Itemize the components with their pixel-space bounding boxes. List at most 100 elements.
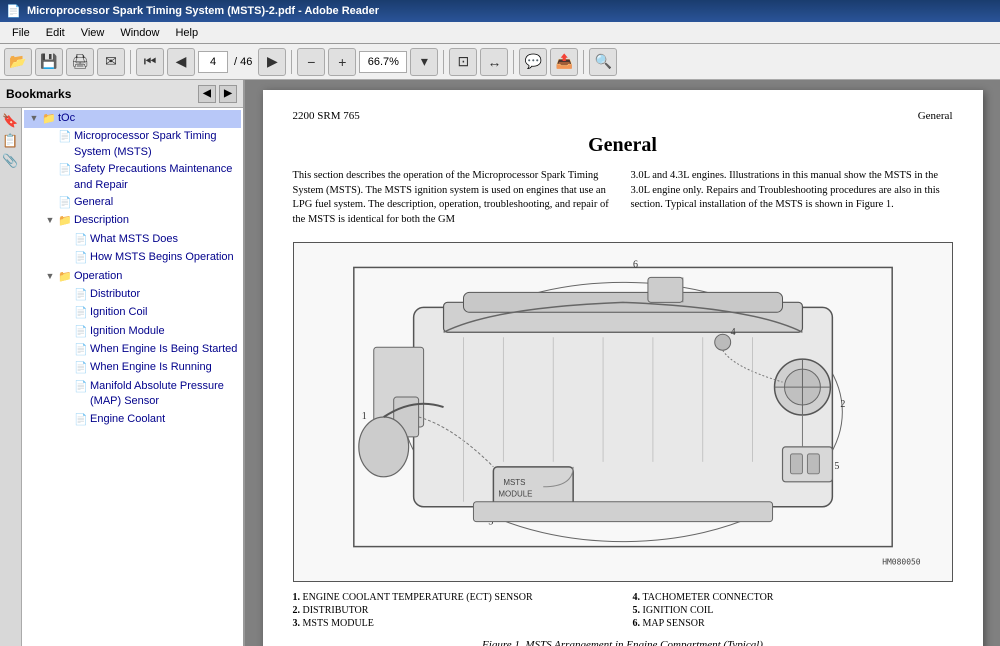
bookmark-when-running[interactable]: 📄 When Engine Is Running xyxy=(24,359,241,377)
menu-view[interactable]: View xyxy=(73,25,113,41)
icon-description: 📁 xyxy=(58,214,72,229)
tb-next-page-button[interactable]: ▶ xyxy=(258,48,286,76)
toggle-description[interactable]: ▼ xyxy=(42,214,58,227)
icon-what: 📄 xyxy=(74,233,88,248)
svg-text:4: 4 xyxy=(730,327,735,338)
panel-header: Bookmarks ◀ ▶ xyxy=(0,80,243,108)
bookmark-description[interactable]: ▼ 📁 Description xyxy=(24,212,241,230)
bookmark-map-sensor[interactable]: 📄 Manifold Absolute Pressure (MAP) Senso… xyxy=(24,378,241,411)
bookmark-toc[interactable]: ▼ 📁 tOc xyxy=(24,110,241,128)
pdf-title: General xyxy=(293,134,953,157)
icon-distributor: 📄 xyxy=(74,288,88,303)
page-number-input[interactable] xyxy=(198,51,228,73)
label-description: Description xyxy=(74,213,241,228)
tb-first-page-button[interactable]: ⏮ xyxy=(136,48,164,76)
tb-fit-width-button[interactable]: ↔ xyxy=(480,48,508,76)
tb-separator-1 xyxy=(130,50,131,74)
legend-item-4: 4. TACHOMETER CONNECTOR xyxy=(633,592,953,603)
tb-separator-2 xyxy=(291,50,292,74)
bookmarks-icon[interactable]: 🔖 xyxy=(2,112,20,130)
tb-zoom-out-button[interactable]: − xyxy=(297,48,325,76)
pdf-header: 2200 SRM 765 General xyxy=(293,110,953,122)
pdf-viewer[interactable]: 2200 SRM 765 General General This sectio… xyxy=(245,80,1000,646)
bookmark-engine-coolant[interactable]: 📄 Engine Coolant xyxy=(24,411,241,429)
svg-text:6: 6 xyxy=(632,259,637,270)
pdf-col2-text: 3.0L and 4.3L engines. Illustrations in … xyxy=(631,170,940,210)
svg-text:5: 5 xyxy=(834,461,839,472)
tb-zoom-dropdown-button[interactable]: ▾ xyxy=(410,48,438,76)
icon-msts: 📄 xyxy=(58,130,72,145)
toggle-toc[interactable]: ▼ xyxy=(26,112,42,125)
bookmarks-tree[interactable]: ▼ 📁 tOc 📄 Microprocessor Spark Timing Sy… xyxy=(22,108,243,646)
panel-content: 🔖 📋 📎 ▼ 📁 tOc 📄 Microprocessor Spark Tim… xyxy=(0,108,243,646)
label-operation: Operation xyxy=(74,269,241,284)
pdf-legend: 1. ENGINE COOLANT TEMPERATURE (ECT) SENS… xyxy=(293,592,953,631)
bookmark-what-msts[interactable]: 📄 What MSTS Does xyxy=(24,231,241,249)
icon-toc: 📁 xyxy=(42,112,56,127)
icon-coil: 📄 xyxy=(74,306,88,321)
pdf-page: 2200 SRM 765 General General This sectio… xyxy=(263,90,983,646)
menu-file[interactable]: File xyxy=(4,25,38,41)
bookmark-safety[interactable]: 📄 Safety Precautions Maintenance and Rep… xyxy=(24,161,241,194)
svg-text:2: 2 xyxy=(840,399,845,410)
main-area: Bookmarks ◀ ▶ 🔖 📋 📎 ▼ 📁 tOc xyxy=(0,80,1000,646)
pdf-col-1: This section describes the operation of … xyxy=(293,169,615,228)
tb-search-button[interactable]: 🔍 xyxy=(589,48,617,76)
bookmark-msts[interactable]: 📄 Microprocessor Spark Timing System (MS… xyxy=(24,128,241,161)
left-icons-strip: 🔖 📋 📎 xyxy=(0,108,22,646)
bookmark-when-starting[interactable]: 📄 When Engine Is Being Started xyxy=(24,341,241,359)
bookmark-general[interactable]: 📄 General xyxy=(24,194,241,212)
page-total-label: / 46 xyxy=(231,56,255,68)
icon-coolant: 📄 xyxy=(74,413,88,428)
tb-open-button[interactable]: 📂 xyxy=(4,48,32,76)
icon-starting: 📄 xyxy=(74,343,88,358)
bookmark-operation[interactable]: ▼ 📁 Operation xyxy=(24,268,241,286)
tb-zoom-in-button[interactable]: + xyxy=(328,48,356,76)
tb-prev-page-button[interactable]: ◀ xyxy=(167,48,195,76)
toggle-operation[interactable]: ▼ xyxy=(42,270,58,283)
icon-safety: 📄 xyxy=(58,163,72,178)
pdf-diagram: 2 5 1 MSTS MODULE 3 xyxy=(293,242,953,582)
bookmark-ignition-module[interactable]: 📄 Ignition Module xyxy=(24,323,241,341)
label-running: When Engine Is Running xyxy=(90,360,241,375)
zoom-input[interactable] xyxy=(359,51,407,73)
icon-general: 📄 xyxy=(58,196,72,211)
label-msts: Microprocessor Spark Timing System (MSTS… xyxy=(74,129,241,160)
label-map: Manifold Absolute Pressure (MAP) Sensor xyxy=(90,379,241,410)
pdf-col1-text: This section describes the operation of … xyxy=(293,170,609,225)
toolbar: 📂 💾 🖨 ✉ ⏮ ◀ / 46 ▶ − + ▾ ⊡ ↔ 💬 📤 🔍 xyxy=(0,44,1000,80)
bookmark-ignition-coil[interactable]: 📄 Ignition Coil xyxy=(24,304,241,322)
svg-text:HM080050: HM080050 xyxy=(882,557,921,566)
layers-icon[interactable]: 📋 xyxy=(2,132,20,150)
label-how: How MSTS Begins Operation xyxy=(90,250,241,265)
bookmark-distributor[interactable]: 📄 Distributor xyxy=(24,286,241,304)
pdf-header-left: 2200 SRM 765 xyxy=(293,110,360,122)
menu-edit[interactable]: Edit xyxy=(38,25,73,41)
icon-how: 📄 xyxy=(74,251,88,266)
menu-bar: File Edit View Window Help xyxy=(0,22,1000,44)
panel-collapse-button[interactable]: ◀ xyxy=(198,85,216,103)
pdf-legend-col-right: 4. TACHOMETER CONNECTOR 5. IGNITION COIL… xyxy=(633,592,953,631)
label-module: Ignition Module xyxy=(90,324,241,339)
tb-separator-5 xyxy=(583,50,584,74)
tb-save-button[interactable]: 💾 xyxy=(35,48,63,76)
bookmark-how-msts[interactable]: 📄 How MSTS Begins Operation xyxy=(24,249,241,267)
title-bar-icon: 📄 xyxy=(6,4,21,18)
tb-email-button[interactable]: ✉ xyxy=(97,48,125,76)
engine-diagram-svg: 2 5 1 MSTS MODULE 3 xyxy=(294,243,952,581)
icon-running: 📄 xyxy=(74,361,88,376)
menu-help[interactable]: Help xyxy=(167,25,206,41)
pdf-header-right: General xyxy=(918,110,953,122)
tb-print-button[interactable]: 🖨 xyxy=(66,48,94,76)
tb-fit-page-button[interactable]: ⊡ xyxy=(449,48,477,76)
svg-text:MSTS: MSTS xyxy=(503,478,525,487)
tb-comment-button[interactable]: 💬 xyxy=(519,48,547,76)
label-toc: tOc xyxy=(58,111,241,126)
menu-window[interactable]: Window xyxy=(112,25,167,41)
panel-expand-button[interactable]: ▶ xyxy=(219,85,237,103)
label-safety: Safety Precautions Maintenance and Repai… xyxy=(74,162,241,193)
tb-share-button[interactable]: 📤 xyxy=(550,48,578,76)
pdf-caption: Figure 1. MSTS Arrangement in Engine Com… xyxy=(293,639,953,646)
attachments-icon[interactable]: 📎 xyxy=(2,152,20,170)
label-starting: When Engine Is Being Started xyxy=(90,342,241,357)
